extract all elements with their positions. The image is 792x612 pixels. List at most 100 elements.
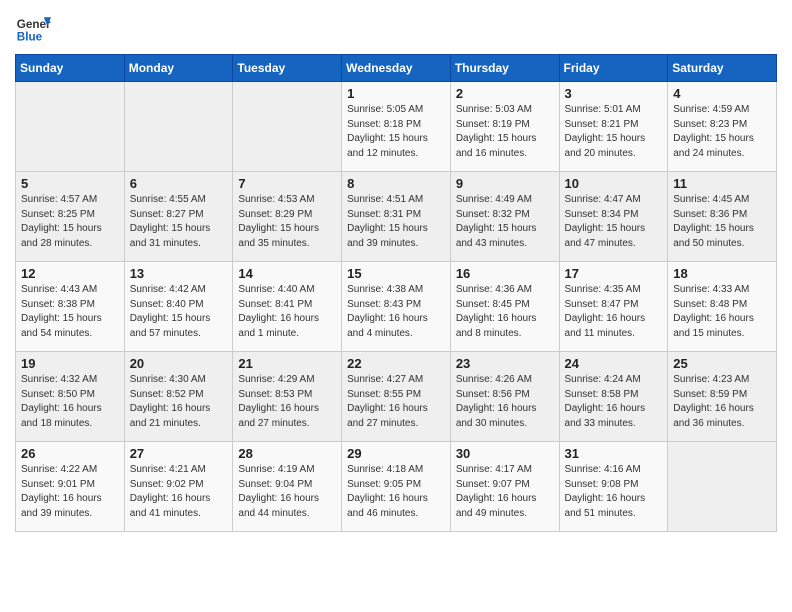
day-info: Sunrise: 4:23 AMSunset: 8:59 PMDaylight:… bbox=[673, 373, 771, 431]
calendar-cell: 31 Sunrise: 4:16 AMSunset: 9:08 PMDayligh… bbox=[559, 442, 668, 532]
weekday-header-friday: Friday bbox=[559, 55, 668, 82]
calendar-cell: 12 Sunrise: 4:43 AMSunset: 8:38 PMDayligh… bbox=[16, 262, 125, 352]
day-info: Sunrise: 4:40 AMSunset: 8:41 PMDaylight:… bbox=[238, 283, 336, 341]
day-info: Sunrise: 4:57 AMSunset: 8:25 PMDaylight:… bbox=[21, 193, 119, 251]
day-info: Sunrise: 4:26 AMSunset: 8:56 PMDaylight:… bbox=[456, 373, 554, 431]
day-number: 22 bbox=[347, 356, 445, 371]
calendar-cell: 11 Sunrise: 4:45 AMSunset: 8:36 PMDayligh… bbox=[668, 172, 777, 262]
day-info: Sunrise: 4:32 AMSunset: 8:50 PMDaylight:… bbox=[21, 373, 119, 431]
calendar-cell: 30Sunrise: 4:17 AMSunset: 9:07 PMDayligh… bbox=[450, 442, 559, 532]
day-number: 12 bbox=[21, 266, 119, 281]
day-number: 5 bbox=[21, 176, 119, 191]
page-header: General Blue bbox=[15, 10, 777, 46]
calendar-week-row: 26 Sunrise: 4:22 AMSunset: 9:01 PMDayligh… bbox=[16, 442, 777, 532]
day-info: Sunrise: 4:18 AMSunset: 9:05 PMDaylight:… bbox=[347, 463, 445, 521]
calendar-cell: 22 Sunrise: 4:27 AMSunset: 8:55 PMDayligh… bbox=[342, 352, 451, 442]
calendar-cell: 6 Sunrise: 4:55 AMSunset: 8:27 PMDaylight… bbox=[124, 172, 233, 262]
calendar-cell: 29Sunrise: 4:18 AMSunset: 9:05 PMDayligh… bbox=[342, 442, 451, 532]
day-info: Sunrise: 4:51 AMSunset: 8:31 PMDaylight:… bbox=[347, 193, 445, 251]
day-number: 1 bbox=[347, 86, 445, 101]
day-info: Sunrise: 5:01 AMSunset: 8:21 PMDaylight:… bbox=[565, 103, 663, 161]
day-info: Sunrise: 4:42 AMSunset: 8:40 PMDaylight:… bbox=[130, 283, 228, 341]
day-number: 16 bbox=[456, 266, 554, 281]
calendar-week-row: 12 Sunrise: 4:43 AMSunset: 8:38 PMDayligh… bbox=[16, 262, 777, 352]
weekday-header-thursday: Thursday bbox=[450, 55, 559, 82]
calendar-cell: 18 Sunrise: 4:33 AMSunset: 8:48 PMDayligh… bbox=[668, 262, 777, 352]
calendar-cell: 27 Sunrise: 4:21 AMSunset: 9:02 PMDayligh… bbox=[124, 442, 233, 532]
day-number: 13 bbox=[130, 266, 228, 281]
calendar-cell: 25Sunrise: 4:23 AMSunset: 8:59 PMDayligh… bbox=[668, 352, 777, 442]
day-info: Sunrise: 4:19 AMSunset: 9:04 PMDaylight:… bbox=[238, 463, 336, 521]
day-info: Sunrise: 4:45 AMSunset: 8:36 PMDaylight:… bbox=[673, 193, 771, 251]
calendar-week-row: 5 Sunrise: 4:57 AMSunset: 8:25 PMDaylight… bbox=[16, 172, 777, 262]
day-number: 26 bbox=[21, 446, 119, 461]
day-info: Sunrise: 4:59 AMSunset: 8:23 PMDaylight:… bbox=[673, 103, 771, 161]
day-number: 6 bbox=[130, 176, 228, 191]
calendar-cell: 16 Sunrise: 4:36 AMSunset: 8:45 PMDayligh… bbox=[450, 262, 559, 352]
day-info: Sunrise: 4:47 AMSunset: 8:34 PMDaylight:… bbox=[565, 193, 663, 251]
day-info: Sunrise: 4:24 AMSunset: 8:58 PMDaylight:… bbox=[565, 373, 663, 431]
day-info: Sunrise: 4:38 AMSunset: 8:43 PMDaylight:… bbox=[347, 283, 445, 341]
day-info: Sunrise: 4:29 AMSunset: 8:53 PMDaylight:… bbox=[238, 373, 336, 431]
day-number: 8 bbox=[347, 176, 445, 191]
day-info: Sunrise: 4:16 AMSunset: 9:08 PMDaylight:… bbox=[565, 463, 663, 521]
day-info: Sunrise: 4:33 AMSunset: 8:48 PMDaylight:… bbox=[673, 283, 771, 341]
weekday-header-tuesday: Tuesday bbox=[233, 55, 342, 82]
day-number: 23 bbox=[456, 356, 554, 371]
calendar-cell: 21Sunrise: 4:29 AMSunset: 8:53 PMDayligh… bbox=[233, 352, 342, 442]
calendar-cell: 4 Sunrise: 4:59 AMSunset: 8:23 PMDaylight… bbox=[668, 82, 777, 172]
day-number: 10 bbox=[565, 176, 663, 191]
day-number: 30 bbox=[456, 446, 554, 461]
calendar-cell: 28Sunrise: 4:19 AMSunset: 9:04 PMDayligh… bbox=[233, 442, 342, 532]
day-number: 14 bbox=[238, 266, 336, 281]
day-info: Sunrise: 4:21 AMSunset: 9:02 PMDaylight:… bbox=[130, 463, 228, 521]
day-number: 19 bbox=[21, 356, 119, 371]
day-info: Sunrise: 4:55 AMSunset: 8:27 PMDaylight:… bbox=[130, 193, 228, 251]
day-number: 2 bbox=[456, 86, 554, 101]
day-number: 17 bbox=[565, 266, 663, 281]
calendar-table: SundayMondayTuesdayWednesdayThursdayFrid… bbox=[15, 54, 777, 532]
day-number: 24 bbox=[565, 356, 663, 371]
weekday-header-row: SundayMondayTuesdayWednesdayThursdayFrid… bbox=[16, 55, 777, 82]
calendar-cell: 1Sunrise: 5:05 AMSunset: 8:18 PMDaylight… bbox=[342, 82, 451, 172]
calendar-cell: 7Sunrise: 4:53 AMSunset: 8:29 PMDaylight… bbox=[233, 172, 342, 262]
day-number: 27 bbox=[130, 446, 228, 461]
day-number: 9 bbox=[456, 176, 554, 191]
day-number: 31 bbox=[565, 446, 663, 461]
calendar-cell: 23 Sunrise: 4:26 AMSunset: 8:56 PMDayligh… bbox=[450, 352, 559, 442]
day-number: 7 bbox=[238, 176, 336, 191]
calendar-week-row: 1Sunrise: 5:05 AMSunset: 8:18 PMDaylight… bbox=[16, 82, 777, 172]
calendar-cell: 24 Sunrise: 4:24 AMSunset: 8:58 PMDayligh… bbox=[559, 352, 668, 442]
weekday-header-monday: Monday bbox=[124, 55, 233, 82]
calendar-cell: 14 Sunrise: 4:40 AMSunset: 8:41 PMDayligh… bbox=[233, 262, 342, 352]
calendar-cell: 17 Sunrise: 4:35 AMSunset: 8:47 PMDayligh… bbox=[559, 262, 668, 352]
day-number: 4 bbox=[673, 86, 771, 101]
day-info: Sunrise: 4:27 AMSunset: 8:55 PMDaylight:… bbox=[347, 373, 445, 431]
day-info: Sunrise: 4:49 AMSunset: 8:32 PMDaylight:… bbox=[456, 193, 554, 251]
calendar-cell: 10 Sunrise: 4:47 AMSunset: 8:34 PMDayligh… bbox=[559, 172, 668, 262]
day-number: 18 bbox=[673, 266, 771, 281]
day-number: 20 bbox=[130, 356, 228, 371]
calendar-cell bbox=[233, 82, 342, 172]
weekday-header-wednesday: Wednesday bbox=[342, 55, 451, 82]
calendar-cell: 19 Sunrise: 4:32 AMSunset: 8:50 PMDayligh… bbox=[16, 352, 125, 442]
calendar-cell: 3Sunrise: 5:01 AMSunset: 8:21 PMDaylight… bbox=[559, 82, 668, 172]
day-number: 15 bbox=[347, 266, 445, 281]
calendar-week-row: 19 Sunrise: 4:32 AMSunset: 8:50 PMDayligh… bbox=[16, 352, 777, 442]
day-info: Sunrise: 4:36 AMSunset: 8:45 PMDaylight:… bbox=[456, 283, 554, 341]
calendar-cell: 13 Sunrise: 4:42 AMSunset: 8:40 PMDayligh… bbox=[124, 262, 233, 352]
calendar-cell: 2 Sunrise: 5:03 AMSunset: 8:19 PMDaylight… bbox=[450, 82, 559, 172]
day-info: Sunrise: 4:30 AMSunset: 8:52 PMDaylight:… bbox=[130, 373, 228, 431]
weekday-header-saturday: Saturday bbox=[668, 55, 777, 82]
logo-icon: General Blue bbox=[15, 10, 51, 46]
calendar-cell: 15 Sunrise: 4:38 AMSunset: 8:43 PMDayligh… bbox=[342, 262, 451, 352]
logo: General Blue bbox=[15, 10, 55, 46]
day-info: Sunrise: 4:22 AMSunset: 9:01 PMDaylight:… bbox=[21, 463, 119, 521]
calendar-cell bbox=[16, 82, 125, 172]
calendar-cell bbox=[668, 442, 777, 532]
calendar-cell: 8 Sunrise: 4:51 AMSunset: 8:31 PMDaylight… bbox=[342, 172, 451, 262]
day-info: Sunrise: 4:35 AMSunset: 8:47 PMDaylight:… bbox=[565, 283, 663, 341]
day-number: 11 bbox=[673, 176, 771, 191]
day-info: Sunrise: 5:03 AMSunset: 8:19 PMDaylight:… bbox=[456, 103, 554, 161]
day-info: Sunrise: 4:43 AMSunset: 8:38 PMDaylight:… bbox=[21, 283, 119, 341]
